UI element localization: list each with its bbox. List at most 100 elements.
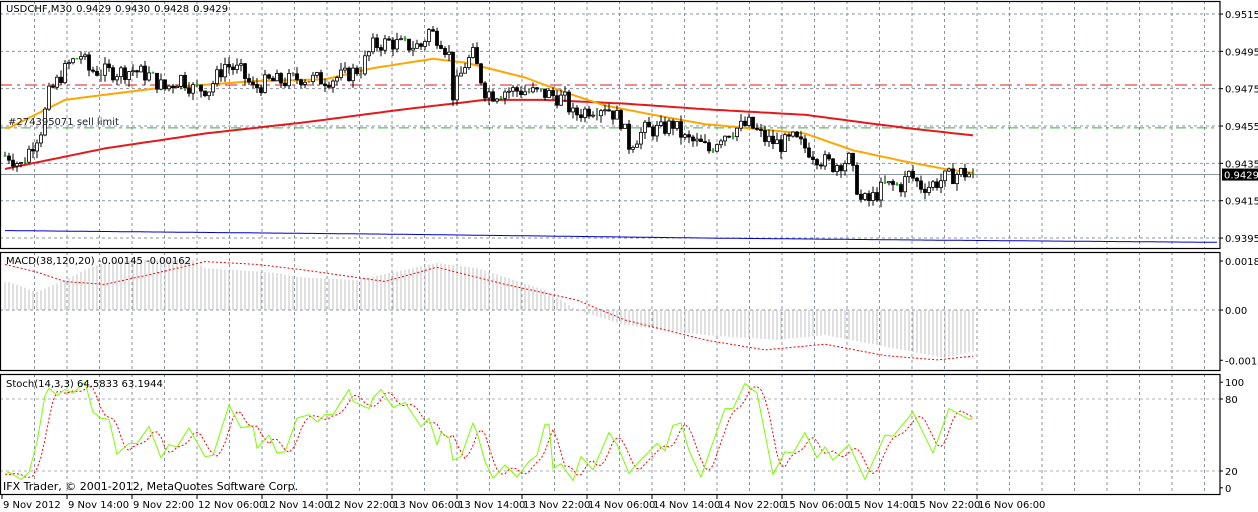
bear-candle [759, 128, 763, 131]
bull-candle [643, 121, 647, 133]
bull-candle [943, 170, 947, 182]
open-value: 0.9429 [76, 4, 112, 15]
bull-candle [455, 75, 459, 101]
price-axis-label: 0.9475 [1225, 85, 1258, 96]
bull-candle [167, 85, 171, 90]
bull-candle [835, 165, 839, 172]
time-axis-label: 9 Nov 14:00 [68, 500, 129, 511]
bear-candle [787, 134, 791, 137]
bull-candle [67, 62, 71, 65]
bear-candle [515, 87, 519, 92]
bull-candle [263, 74, 267, 93]
bear-candle [611, 110, 615, 120]
bull-candle [683, 134, 687, 138]
bull-candle [331, 80, 335, 88]
bull-candle [27, 148, 31, 163]
bull-candle [887, 181, 891, 184]
bear-candle [619, 110, 623, 129]
price-axis-label: 0.9495 [1225, 47, 1258, 58]
bear-candle [251, 81, 255, 85]
bull-candle [411, 47, 415, 51]
bear-candle [923, 188, 927, 193]
bull-candle [471, 47, 475, 58]
bear-candle [247, 78, 251, 83]
bear-candle [295, 73, 299, 81]
bull-candle [715, 144, 719, 152]
macd-panel-border [0, 251, 1221, 372]
bull-candle [39, 134, 43, 144]
bear-candle [391, 39, 395, 50]
stoch-label: Stoch(14,3,3) 64.5833 63.1944 [6, 379, 163, 390]
bull-candle [615, 110, 619, 120]
bull-candle [659, 121, 663, 126]
close-value: 0.9429 [193, 4, 229, 15]
bull-candle [383, 38, 387, 51]
bull-candle [71, 58, 75, 64]
bull-candle [523, 91, 527, 96]
bear-candle [355, 67, 359, 75]
bear-candle [111, 67, 115, 81]
bear-candle [919, 180, 923, 190]
bear-candle [51, 85, 55, 88]
bear-candle [123, 67, 127, 80]
bear-candle [855, 164, 859, 195]
bull-candle [335, 77, 339, 82]
bull-candle [275, 73, 279, 82]
bear-candle [155, 72, 159, 90]
bear-candle [779, 139, 783, 152]
low-value: 0.9428 [154, 4, 190, 15]
bear-candle [627, 123, 631, 150]
bear-candle [727, 135, 731, 138]
bear-candle [703, 141, 707, 144]
bear-candle [203, 90, 207, 97]
bull-candle [15, 163, 19, 167]
price-panel[interactable] [0, 25, 1220, 243]
bear-candle [579, 114, 583, 118]
time-axis-label: 14 Nov 14:00 [653, 500, 720, 511]
bear-candle [671, 120, 675, 129]
bear-candle [243, 63, 247, 79]
bull-candle [635, 143, 639, 148]
bull-candle [903, 176, 907, 193]
bear-candle [431, 29, 435, 32]
bull-candle [139, 65, 143, 73]
bull-candle [931, 181, 935, 188]
bull-candle [927, 186, 931, 193]
bull-candle [207, 91, 211, 97]
bull-candle [131, 70, 135, 73]
bull-candle [467, 57, 471, 69]
bull-candle [47, 85, 51, 110]
bull-candle [507, 90, 511, 93]
bull-candle [487, 91, 491, 99]
price-axis-label: 0.9415 [1225, 197, 1258, 208]
bull-candle [423, 41, 427, 47]
bear-candle [95, 70, 99, 76]
bull-candle [147, 72, 151, 81]
bull-candle [367, 51, 371, 57]
bull-candle [631, 146, 635, 150]
bull-candle [871, 192, 875, 201]
bear-candle [763, 130, 767, 142]
current-price-label: 0.9429 [1224, 171, 1258, 182]
macd-label: MACD(38,120,20) -0.00145 -0.00162 [6, 256, 191, 267]
bear-candle [283, 82, 287, 87]
time-axis-label: 12 Nov 06:00 [198, 500, 265, 511]
bull-candle [159, 79, 163, 90]
bear-candle [647, 121, 651, 128]
bear-candle [375, 37, 379, 48]
bull-candle [967, 173, 971, 178]
bull-candle [823, 154, 827, 167]
bear-candle [91, 69, 95, 72]
bull-candle [463, 67, 467, 74]
sell-limit-order-label[interactable]: #274395071 sell limit [8, 117, 119, 128]
price-axis-label: 0.9455 [1225, 122, 1258, 133]
bear-candle [899, 184, 903, 193]
time-axis-label: 12 Nov 14:00 [263, 500, 330, 511]
bear-candle [187, 87, 191, 94]
bear-candle [347, 67, 351, 82]
bear-candle [535, 87, 539, 90]
bear-candle [815, 159, 819, 166]
bull-candle [623, 123, 627, 129]
bear-candle [419, 43, 423, 47]
bull-candle [959, 167, 963, 175]
